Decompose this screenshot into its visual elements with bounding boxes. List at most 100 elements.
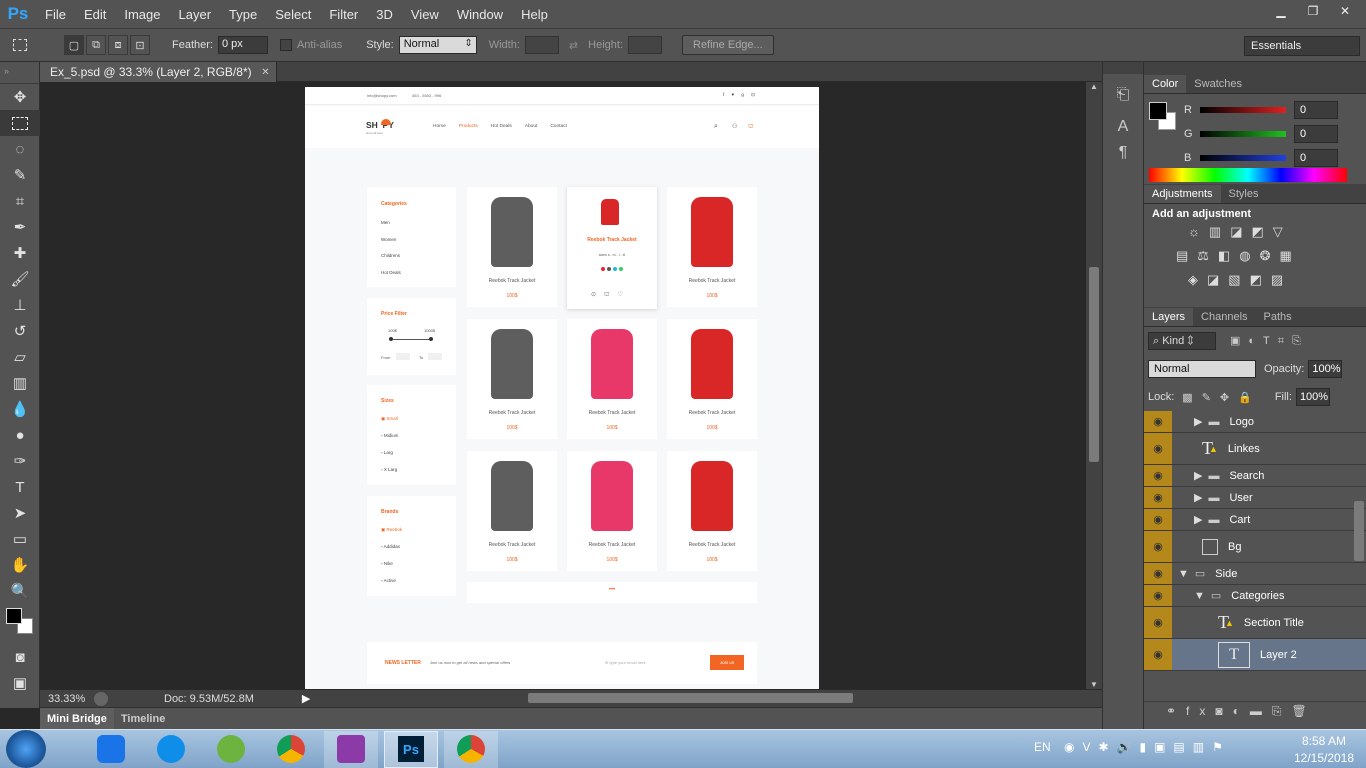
eraser-tool-icon[interactable]: ▱ <box>0 344 40 370</box>
menu-edit[interactable]: Edit <box>75 7 115 22</box>
layer-row[interactable]: ◉ Bg <box>1144 531 1366 563</box>
menu-3d[interactable]: 3D <box>367 7 402 22</box>
foreground-color-swatch[interactable] <box>6 608 22 624</box>
winrar-app-icon[interactable] <box>324 730 378 768</box>
visibility-eye-icon[interactable]: ◉ <box>1144 531 1172 562</box>
collapse-arrow-icon[interactable]: ▼ <box>1178 568 1189 580</box>
expand-arrow-icon[interactable]: ▶ <box>1194 415 1202 428</box>
refine-edge-button[interactable]: Refine Edge... <box>682 35 774 55</box>
paragraph-panel-icon[interactable]: ¶ <box>1103 144 1143 162</box>
fg-color-box[interactable] <box>1149 102 1167 120</box>
tab-swatches[interactable]: Swatches <box>1186 75 1250 93</box>
intersect-selection-icon[interactable]: ⊡ <box>130 35 150 55</box>
gradient-tool-icon[interactable]: ▥ <box>0 370 40 396</box>
color-swatches[interactable] <box>0 604 39 644</box>
screen-mode-icon[interactable]: ▣ <box>0 670 40 696</box>
brand-item[interactable]: ▫ Addidas <box>381 544 400 549</box>
expand-arrow-icon[interactable]: ▶ <box>1194 513 1202 526</box>
zoom-level[interactable]: 33.33% <box>48 693 88 705</box>
category-item[interactable]: Childrens <box>381 253 400 258</box>
adjustment-icons-row3[interactable]: ◈◪▧◩▨ <box>1144 272 1366 288</box>
chrome-window-icon[interactable] <box>444 730 498 768</box>
layer-kind-filter[interactable]: ⌕ Kind ⇕ <box>1148 332 1216 350</box>
tab-adjustments[interactable]: Adjustments <box>1144 185 1221 203</box>
expand-arrow-icon[interactable]: ▶ <box>1194 491 1202 504</box>
start-button[interactable] <box>6 730 46 768</box>
eyedropper-tool-icon[interactable]: ✒ <box>0 214 40 240</box>
tab-styles[interactable]: Styles <box>1221 185 1267 203</box>
canvas-area[interactable]: info@shopy.com 453 - 5553 - 996 f ♥ g ⊡ … <box>40 82 1086 689</box>
layer-row[interactable]: ◉ ▶ ▬ User <box>1144 487 1366 509</box>
layer-row[interactable]: ◉ ▶ ▬ Cart <box>1144 509 1366 531</box>
menu-filter[interactable]: Filter <box>320 7 367 22</box>
category-item[interactable]: Men <box>381 220 390 225</box>
tools-collapse-icon[interactable]: » <box>0 62 39 84</box>
pen-tool-icon[interactable]: ✑ <box>0 448 40 474</box>
panel-collapse[interactable] <box>1144 62 1366 74</box>
blur-tool-icon[interactable]: 💧 <box>0 396 40 422</box>
coccoc-app-icon[interactable] <box>204 731 258 768</box>
zoom-tool-icon[interactable]: 🔍 <box>0 578 40 604</box>
workspace-select[interactable]: Essentials <box>1244 36 1360 56</box>
vertical-scroll-thumb[interactable] <box>1089 267 1099 462</box>
healing-tool-icon[interactable]: ✚ <box>0 240 40 266</box>
brand-item[interactable]: ▫ Active <box>381 578 396 583</box>
site-nav-products[interactable]: Products <box>459 124 478 129</box>
quick-select-tool-icon[interactable]: ✎ <box>0 162 40 188</box>
visibility-eye-icon[interactable]: ◉ <box>1144 639 1172 670</box>
product-card[interactable]: Reebok Track Jacket 100$ <box>567 451 657 571</box>
expand-arrow-icon[interactable]: ▶ <box>1194 469 1202 482</box>
size-item[interactable]: ▫ X Larg <box>381 467 397 472</box>
brand-item[interactable]: ▣ Reebok <box>381 527 402 533</box>
visibility-eye-icon[interactable]: ◉ <box>1144 585 1172 606</box>
channel-slider[interactable] <box>1200 155 1286 161</box>
menu-layer[interactable]: Layer <box>170 7 221 22</box>
tray-icons[interactable]: ◉V✱🔊▮▣▤▥⚑ <box>1064 740 1231 754</box>
menu-select[interactable]: Select <box>266 7 320 22</box>
history-brush-icon[interactable]: ↺ <box>0 318 40 344</box>
chrome-app-icon[interactable] <box>264 731 318 768</box>
crop-tool-icon[interactable]: ⌗ <box>0 188 40 214</box>
visibility-eye-icon[interactable]: ◉ <box>1144 509 1172 530</box>
menu-file[interactable]: File <box>36 7 75 22</box>
marquee-tool-icon[interactable] <box>0 110 40 136</box>
channel-slider[interactable] <box>1200 107 1286 113</box>
swap-icon[interactable]: ⇄ <box>569 39 578 52</box>
size-item[interactable]: ▣ Small <box>381 416 398 422</box>
layer-row[interactable]: ◉ T Layer 2 <box>1144 639 1366 671</box>
visibility-eye-icon[interactable]: ◉ <box>1144 433 1172 464</box>
load-more[interactable]: ••• <box>467 582 757 603</box>
channel-value[interactable]: 0 <box>1294 125 1338 143</box>
site-nav-home[interactable]: Home <box>433 124 446 129</box>
layers-scroll-thumb[interactable] <box>1354 501 1364 561</box>
layer-row[interactable]: ◉ ▼ ▭ Side <box>1144 563 1366 585</box>
price-slider-handle[interactable] <box>429 337 433 341</box>
tab-color[interactable]: Color <box>1144 75 1187 93</box>
menu-window[interactable]: Window <box>448 7 512 22</box>
restore-button[interactable]: ❐ <box>1298 2 1328 20</box>
minimize-button[interactable]: ▁ <box>1266 2 1296 20</box>
photoshop-app-icon[interactable]: Ps <box>384 730 438 768</box>
size-item[interactable]: ▫ Midium <box>381 433 398 438</box>
adjustment-icons-row1[interactable]: ☼▥◪◩▽ <box>1144 224 1366 240</box>
brush-tool-icon[interactable]: 🖌 <box>0 266 40 292</box>
menu-type[interactable]: Type <box>220 7 266 22</box>
visibility-eye-icon[interactable]: ◉ <box>1144 487 1172 508</box>
category-item[interactable]: Hot Deals <box>381 270 401 275</box>
height-input[interactable] <box>628 36 662 54</box>
layer-row[interactable]: ◉ T ▲ Linkes <box>1144 433 1366 465</box>
product-card[interactable]: Reebok Track Jacket 100$ <box>667 187 757 307</box>
price-from-input[interactable] <box>396 353 410 360</box>
tab-channels[interactable]: Channels <box>1193 308 1255 326</box>
antialias-checkbox[interactable] <box>279 39 292 51</box>
menu-view[interactable]: View <box>402 7 448 22</box>
add-selection-icon[interactable]: ⧉ <box>86 35 106 55</box>
product-card-hover[interactable]: Reebok Track Jacket sizes s - m - l - xl ⊙… <box>567 187 657 309</box>
newsletter-button[interactable]: Join us <box>710 655 744 670</box>
tab-paths[interactable]: Paths <box>1256 308 1300 326</box>
layer-row[interactable]: ◉ ▼ ▭ Categories <box>1144 585 1366 607</box>
close-tab-icon[interactable]: ✕ <box>261 67 269 78</box>
lasso-tool-icon[interactable]: ◌ <box>0 136 40 162</box>
teamviewer-app-icon[interactable] <box>144 731 198 768</box>
clock-date[interactable]: 12/15/2018 <box>1290 751 1358 765</box>
